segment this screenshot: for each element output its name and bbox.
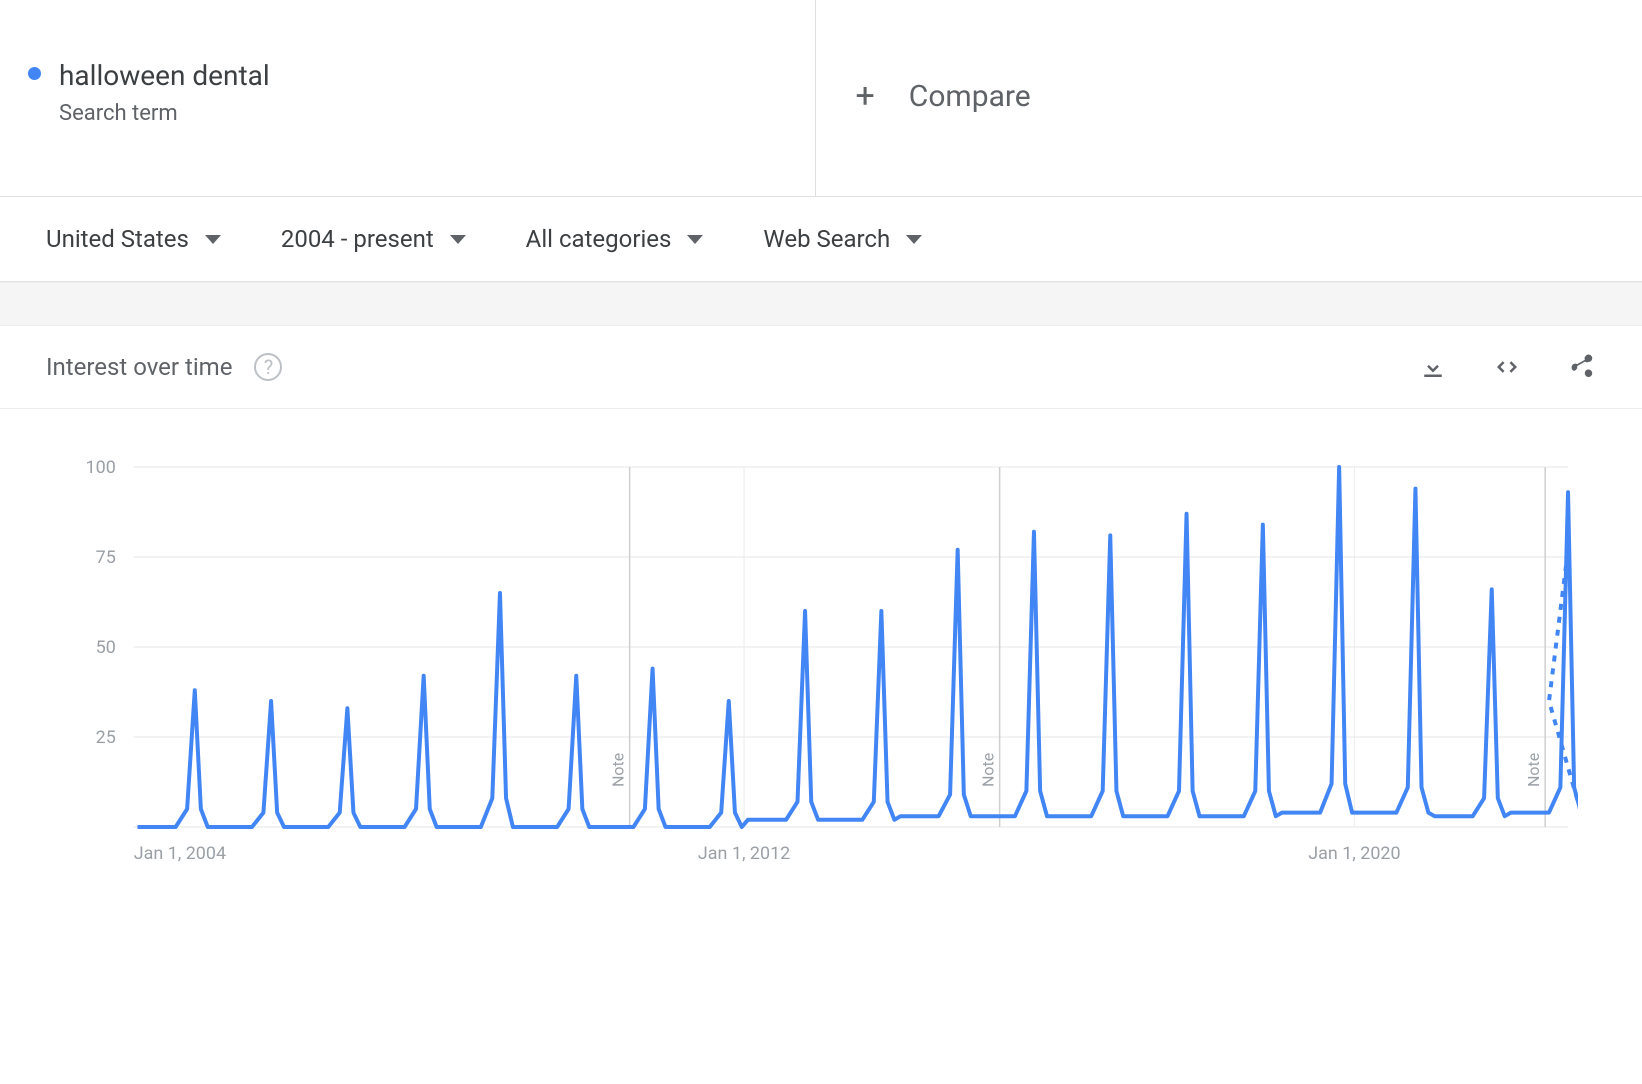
filter-bar: United States 2004 - present All categor… — [0, 197, 1642, 282]
svg-text:Jan 1, 2004: Jan 1, 2004 — [134, 843, 226, 864]
interest-panel: Interest over time ? 25 50 75 100 Jan 1, 200… — [0, 326, 1642, 901]
filter-category[interactable]: All categories — [526, 225, 704, 253]
svg-text:75: 75 — [96, 547, 116, 568]
share-icon[interactable] — [1566, 352, 1596, 382]
embed-icon[interactable] — [1492, 352, 1522, 382]
chevron-down-icon — [906, 235, 922, 244]
filter-time[interactable]: 2004 - present — [281, 225, 466, 253]
term-cards: halloween dental Search term + Compare — [0, 0, 1642, 197]
chart-area: 25 50 75 100 Jan 1, 2004 Jan 1, 2012 Jan 1, 20… — [0, 409, 1642, 901]
panel-title: Interest over time — [46, 353, 232, 381]
chevron-down-icon — [205, 235, 221, 244]
filter-region[interactable]: United States — [46, 225, 221, 253]
term-label: halloween dental — [59, 58, 270, 93]
compare-card[interactable]: + Compare — [816, 0, 1642, 196]
svg-text:Jan 1, 2020: Jan 1, 2020 — [1308, 843, 1400, 864]
svg-text:Note: Note — [979, 753, 998, 787]
download-icon[interactable] — [1418, 352, 1448, 382]
add-compare-button[interactable]: + Compare — [856, 76, 1031, 116]
filter-type-label: Web Search — [763, 225, 890, 253]
term-card[interactable]: halloween dental Search term — [0, 0, 816, 196]
filter-category-label: All categories — [526, 225, 672, 253]
chevron-down-icon — [450, 235, 466, 244]
svg-text:50: 50 — [96, 637, 116, 658]
svg-text:Note: Note — [1524, 753, 1543, 787]
help-icon[interactable]: ? — [254, 353, 282, 381]
filter-region-label: United States — [46, 225, 189, 253]
plus-icon: + — [856, 76, 875, 116]
chevron-down-icon — [687, 235, 703, 244]
panel-header: Interest over time ? — [0, 326, 1642, 409]
interest-chart: 25 50 75 100 Jan 1, 2004 Jan 1, 2012 Jan 1, 20… — [64, 457, 1578, 877]
filter-time-label: 2004 - present — [281, 225, 434, 253]
svg-text:Note: Note — [609, 753, 628, 787]
filter-type[interactable]: Web Search — [763, 225, 922, 253]
svg-text:25: 25 — [96, 727, 116, 748]
panel-actions — [1418, 352, 1596, 382]
section-gap — [0, 282, 1642, 326]
term-type-label: Search term — [59, 101, 270, 126]
series-color-dot — [28, 67, 41, 80]
svg-text:Jan 1, 2012: Jan 1, 2012 — [698, 843, 790, 864]
svg-text:100: 100 — [86, 457, 116, 478]
compare-label: Compare — [909, 79, 1031, 114]
